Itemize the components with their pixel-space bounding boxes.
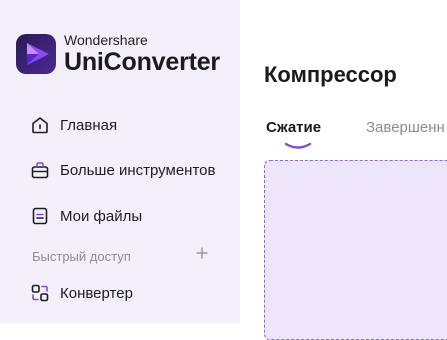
converter-icon <box>30 283 50 303</box>
tab-active-indicator <box>284 136 312 149</box>
tab-completed[interactable]: Завершенн <box>366 119 445 136</box>
plus-icon[interactable] <box>195 246 209 260</box>
home-icon <box>30 115 50 135</box>
sidebar-item-more-tools[interactable]: Больше инструментов <box>30 160 215 180</box>
sidebar-item-my-files[interactable]: Мои файлы <box>30 206 142 226</box>
page-title: Компрессор <box>264 62 397 87</box>
uniconverter-logo-icon <box>16 33 56 74</box>
quick-access-heading: Быстрый доступ <box>32 249 131 264</box>
sidebar-item-converter[interactable]: Конвертер <box>30 283 133 303</box>
sidebar-item-label: Главная <box>60 116 118 134</box>
tab-compress[interactable]: Сжатие <box>266 119 321 136</box>
file-drop-zone[interactable] <box>264 160 447 340</box>
brand-product: UniConverter <box>64 48 220 76</box>
sidebar: Wondershare UniConverter Главная Больше … <box>0 0 240 323</box>
file-icon <box>30 206 50 226</box>
brand-company: Wondershare <box>64 32 148 48</box>
toolbox-icon <box>30 160 50 180</box>
sidebar-item-label: Мои файлы <box>60 207 143 225</box>
brand: Wondershare UniConverter <box>16 32 220 75</box>
sidebar-item-home[interactable]: Главная <box>30 115 117 135</box>
sidebar-item-label: Конвертер <box>60 284 133 302</box>
sidebar-item-label: Больше инструментов <box>60 161 216 179</box>
